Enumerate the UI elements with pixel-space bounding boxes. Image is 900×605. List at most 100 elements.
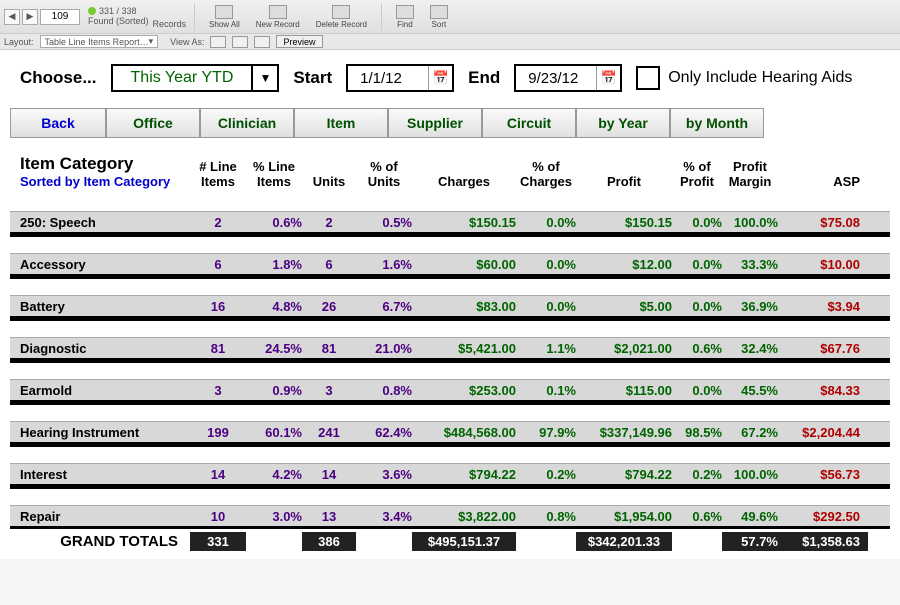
report-tabs: Back Office Clinician Item Supplier Circ…: [10, 108, 890, 138]
toolbar-separator: [194, 3, 195, 31]
cell-charges: $3,822.00: [412, 509, 516, 524]
cell-profit: $1,954.00: [576, 509, 672, 524]
hdr-sorted-by[interactable]: Sorted by Item Category: [20, 174, 190, 189]
next-record-button[interactable]: ▶: [22, 9, 38, 25]
start-date-input[interactable]: 1/1/12 📅: [346, 64, 454, 92]
delete-record-button[interactable]: Delete Record: [310, 3, 373, 31]
calendar-icon[interactable]: 📅: [596, 66, 620, 90]
column-headers: Item Category Sorted by Item Category # …: [10, 154, 890, 193]
tab-by-year[interactable]: by Year: [576, 108, 670, 138]
tab-circuit[interactable]: Circuit: [482, 108, 576, 138]
found-count: 331 / 338: [99, 6, 137, 16]
cell-pct-profit: 0.2%: [672, 467, 722, 482]
cell-pct-line-items: 0.6%: [246, 215, 302, 230]
cell-category: 250: Speech: [14, 215, 190, 230]
cell-charges: $150.15: [412, 215, 516, 230]
cell-units: 2: [302, 215, 356, 230]
hdr-pct-line-items: % Line Items: [246, 159, 302, 189]
cell-asp: $75.08: [778, 215, 868, 230]
cell-pct-units: 0.5%: [356, 215, 412, 230]
end-label: End: [468, 68, 500, 88]
cell-pct-units: 0.8%: [356, 383, 412, 398]
grand-charges: $495,151.37: [412, 532, 516, 551]
view-table-button[interactable]: [254, 36, 270, 48]
cell-units: 13: [302, 509, 356, 524]
end-date-value: 9/23/12: [516, 70, 596, 87]
period-select[interactable]: This Year YTD ▼: [111, 64, 280, 92]
prev-record-button[interactable]: ◀: [4, 9, 20, 25]
show-all-label: Show All: [209, 20, 240, 29]
layout-dropdown[interactable]: Table Line Items Report… ▾: [40, 35, 159, 48]
sort-button[interactable]: Sort: [424, 3, 454, 31]
cell-profit: $5.00: [576, 299, 672, 314]
cell-profit-margin: 33.3%: [722, 257, 778, 272]
cell-pct-line-items: 4.8%: [246, 299, 302, 314]
cell-pct-units: 1.6%: [356, 257, 412, 272]
cell-profit: $2,021.00: [576, 341, 672, 356]
record-number-input[interactable]: [40, 9, 80, 25]
cell-charges: $484,568.00: [412, 425, 516, 440]
tab-item[interactable]: Item: [294, 108, 388, 138]
cell-pct-charges: 0.2%: [516, 467, 576, 482]
record-navigator: ◀ ▶: [4, 9, 80, 25]
table-row: Accessory61.8%61.6%$60.000.0%$12.000.0%3…: [10, 253, 890, 277]
grand-asp: $1,358.63: [778, 532, 868, 551]
table-row: Diagnostic8124.5%8121.0%$5,421.001.1%$2,…: [10, 337, 890, 361]
tab-back[interactable]: Back: [10, 108, 106, 138]
view-list-button[interactable]: [232, 36, 248, 48]
cell-units: 6: [302, 257, 356, 272]
find-button[interactable]: Find: [390, 3, 420, 31]
cell-pct-units: 3.4%: [356, 509, 412, 524]
cell-pct-units: 21.0%: [356, 341, 412, 356]
checkbox-icon[interactable]: [636, 66, 660, 90]
cell-line-items: 199: [190, 425, 246, 440]
cell-pct-charges: 0.8%: [516, 509, 576, 524]
cell-pct-units: 3.6%: [356, 467, 412, 482]
view-form-button[interactable]: [210, 36, 226, 48]
new-record-button[interactable]: New Record: [250, 3, 306, 31]
end-date-input[interactable]: 9/23/12 📅: [514, 64, 622, 92]
tab-by-month[interactable]: by Month: [670, 108, 764, 138]
only-hearing-aids-checkbox[interactable]: Only Include Hearing Aids: [636, 66, 852, 90]
cell-pct-profit: 0.0%: [672, 383, 722, 398]
sort-icon: [430, 5, 448, 19]
cell-charges: $794.22: [412, 467, 516, 482]
show-all-button[interactable]: Show All: [203, 3, 246, 31]
table-row: Repair103.0%133.4%$3,822.000.8%$1,954.00…: [10, 505, 890, 529]
records-label: Records: [153, 19, 187, 29]
cell-pct-units: 6.7%: [356, 299, 412, 314]
calendar-icon[interactable]: 📅: [428, 66, 452, 90]
cell-charges: $83.00: [412, 299, 516, 314]
cell-pct-line-items: 24.5%: [246, 341, 302, 356]
delete-record-icon: [332, 5, 350, 19]
hdr-title: Item Category: [20, 154, 190, 174]
dropdown-arrow-icon: ▼: [251, 66, 277, 90]
cell-profit-margin: 32.4%: [722, 341, 778, 356]
cell-pct-profit: 0.6%: [672, 341, 722, 356]
hdr-charges: Charges: [412, 174, 516, 189]
hdr-profit: Profit: [576, 174, 672, 189]
cell-line-items: 16: [190, 299, 246, 314]
data-rows: 250: Speech20.6%20.5%$150.150.0%$150.150…: [10, 193, 890, 529]
cell-category: Interest: [14, 467, 190, 482]
tab-office[interactable]: Office: [106, 108, 200, 138]
cell-line-items: 10: [190, 509, 246, 524]
cell-asp: $84.33: [778, 383, 868, 398]
tab-clinician[interactable]: Clinician: [200, 108, 294, 138]
cell-pct-profit: 0.0%: [672, 257, 722, 272]
cell-line-items: 6: [190, 257, 246, 272]
table-row: 250: Speech20.6%20.5%$150.150.0%$150.150…: [10, 211, 890, 235]
layout-label: Layout:: [4, 37, 34, 47]
cell-units: 26: [302, 299, 356, 314]
preview-button[interactable]: Preview: [276, 35, 322, 48]
tab-supplier[interactable]: Supplier: [388, 108, 482, 138]
find-label: Find: [397, 20, 413, 29]
cell-charges: $253.00: [412, 383, 516, 398]
cell-asp: $10.00: [778, 257, 868, 272]
cell-category: Earmold: [14, 383, 190, 398]
hdr-pct-charges: % of Charges: [516, 159, 576, 189]
cell-pct-line-items: 0.9%: [246, 383, 302, 398]
cell-profit-margin: 67.2%: [722, 425, 778, 440]
grand-line-items: 331: [190, 532, 246, 551]
table-row: Hearing Instrument19960.1%24162.4%$484,5…: [10, 421, 890, 445]
